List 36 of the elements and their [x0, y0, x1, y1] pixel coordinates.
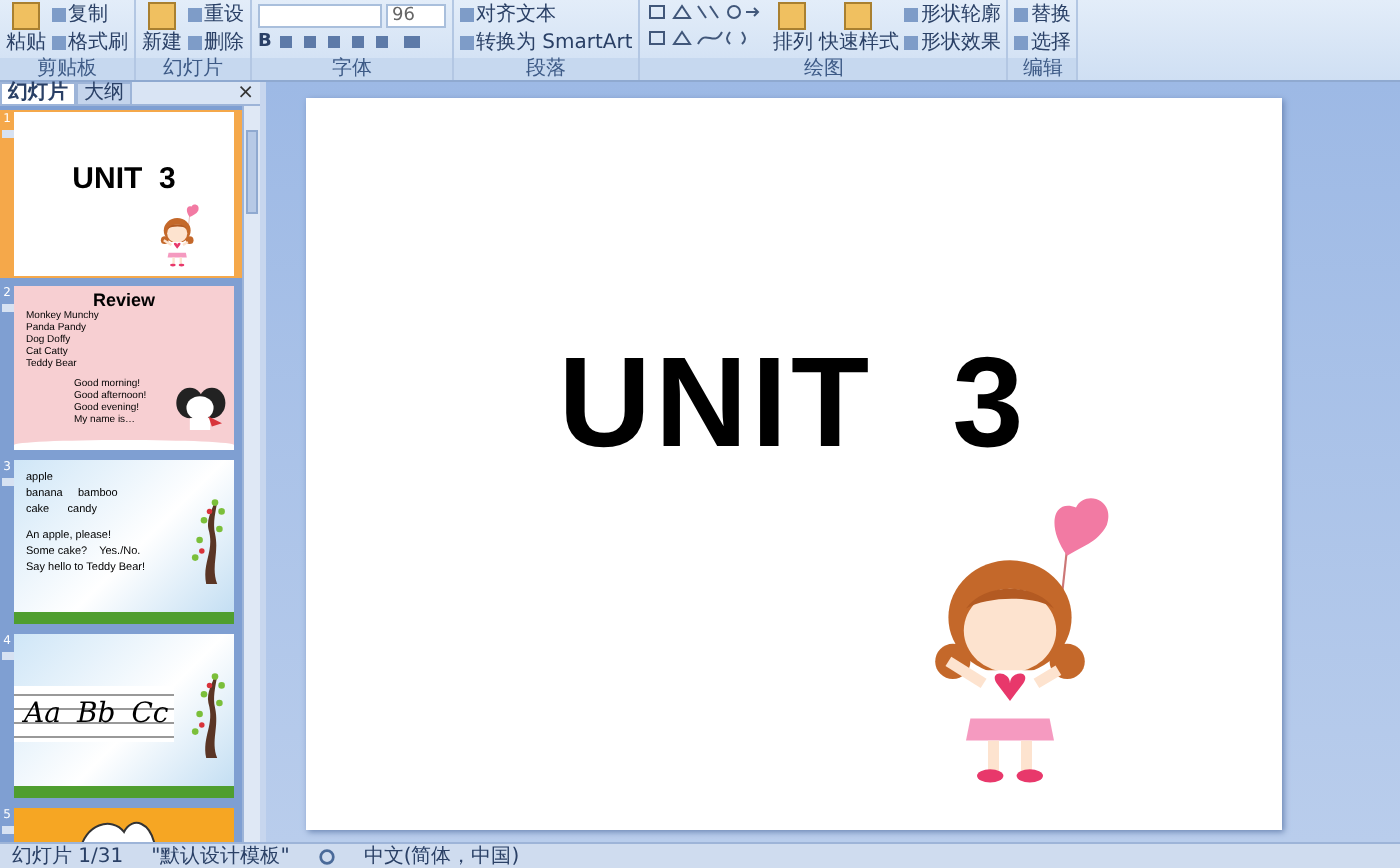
ribbon-button[interactable]: 复制	[52, 3, 128, 25]
ribbon-button[interactable]: 转换为 SmartArt	[460, 31, 633, 53]
ribbon-button[interactable]: 对齐文本	[460, 3, 633, 25]
handwriting-letters: Aa	[24, 700, 61, 728]
slide-thumbnail[interactable]: Aa Bb Cc	[14, 634, 234, 798]
handwriting-letters: Bb	[76, 700, 116, 728]
ribbon-button[interactable]: 替换	[1014, 3, 1071, 25]
ribbon-button[interactable]: 新建	[142, 2, 182, 54]
close-button[interactable]: ×	[231, 84, 260, 104]
slide-title: Review	[90, 292, 158, 310]
language-status: 中文(简体，中国)	[363, 845, 520, 867]
ribbon-button[interactable]: 重设	[188, 3, 244, 25]
panel-tab[interactable]: 幻灯片	[0, 82, 76, 104]
panel-tab[interactable]: 大纲	[76, 82, 132, 104]
ribbon-button[interactable]: 形状轮廓	[904, 3, 1001, 25]
ribbon-button[interactable]: 排列	[772, 2, 813, 54]
group-label: 字体	[252, 58, 452, 80]
theme-name: "默认设计模板"	[151, 845, 290, 867]
handwriting-letters: Cc	[131, 700, 169, 728]
ribbon-button[interactable]: 选择	[1014, 31, 1071, 53]
bold-button[interactable]: B	[258, 32, 272, 52]
font-size-field[interactable]: 96	[386, 4, 446, 28]
slide-count: 幻灯片 1/31	[12, 845, 124, 867]
ribbon-button[interactable]: 粘贴	[6, 2, 46, 54]
ribbon-button[interactable]: 快速样式	[818, 2, 899, 54]
group-label: 段落	[454, 58, 639, 80]
slide-title: UNIT 3	[558, 338, 1028, 478]
group-label: 绘图	[640, 58, 1007, 80]
group-label: 编辑	[1008, 58, 1077, 80]
ribbon-button[interactable]: 形状效果	[904, 31, 1001, 53]
ribbon-button[interactable]: 删除	[188, 31, 244, 53]
group-label: 幻灯片	[136, 58, 250, 80]
slide-thumbnail[interactable]: UNIT 3	[14, 112, 234, 276]
ribbon-button[interactable]: 格式刷	[52, 31, 128, 53]
group-label: 剪贴板	[0, 58, 134, 80]
slide-title: UNIT 3	[72, 164, 176, 200]
